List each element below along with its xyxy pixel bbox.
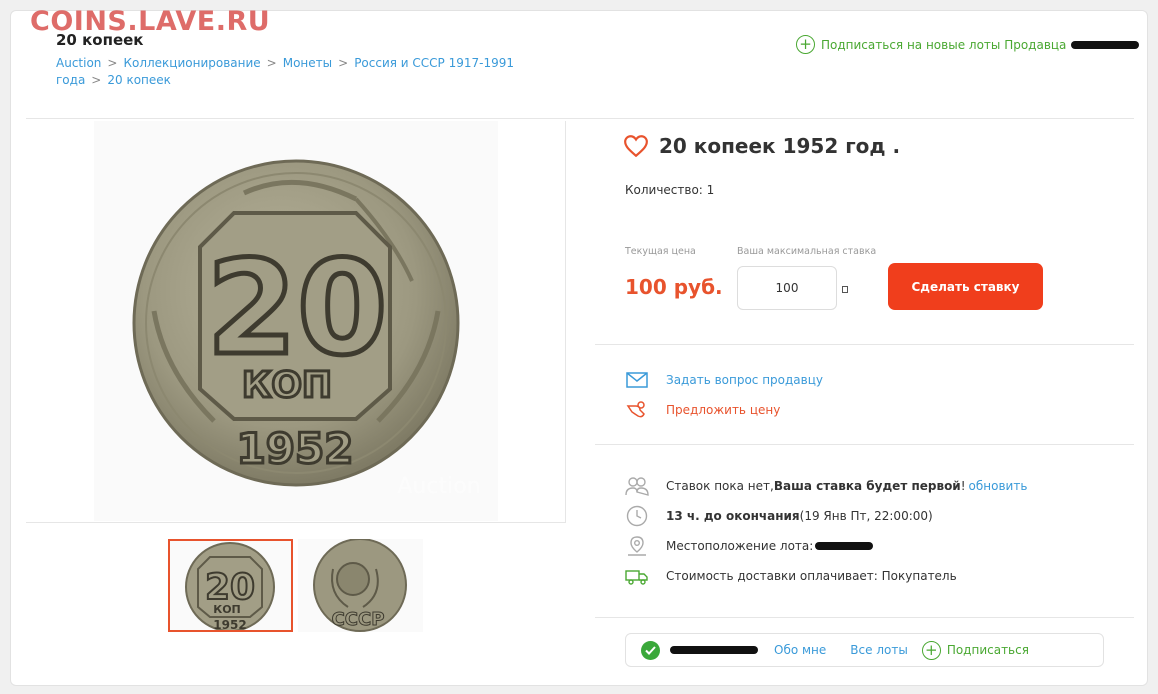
hand-offer-icon: [625, 400, 649, 420]
verified-check-icon: [641, 640, 660, 660]
plus-circle-icon: +: [796, 35, 815, 54]
breadcrumb-separator: >: [107, 56, 118, 70]
coin-year-text: 1952: [237, 424, 354, 473]
current-price: 100 руб.: [625, 275, 723, 299]
time-remaining: 13 ч. до окончания (19 Янв Пт, 22:00:00): [625, 504, 933, 528]
actions-divider: [595, 444, 1134, 445]
all-lots-link[interactable]: Все лоты: [850, 643, 908, 657]
photo-divider: [26, 522, 565, 523]
price-divider: [595, 344, 1134, 345]
reverse-letters-text: СССР: [332, 609, 385, 630]
lot-card: 20 копеек Auction > Коллекционирование > Мон…: [10, 10, 1148, 686]
bids-suffix: !: [960, 479, 966, 493]
about-seller-link[interactable]: Обо мне: [774, 643, 826, 657]
coin-denomination-text: 20: [207, 232, 388, 384]
location-label: Местоположение лота:: [666, 539, 814, 553]
offer-price-label: Предложить цену: [666, 403, 781, 417]
photo-overlay-text: Auction: [397, 474, 480, 499]
shipping-info: Стоимость доставки оплачивает: Покупател…: [625, 564, 957, 588]
shipping-label: Стоимость доставки оплачивает: Покупател…: [666, 569, 957, 583]
breadcrumb-separator: >: [338, 56, 349, 70]
thumb-denomination-text: 20: [205, 567, 255, 608]
users-icon: [625, 474, 649, 498]
offer-price-link[interactable]: Предложить цену: [625, 400, 780, 420]
thumb-unit-text: КОП: [213, 603, 241, 616]
redacted-seller-name[interactable]: [670, 646, 758, 654]
quantity-label: Количество: 1: [625, 183, 715, 197]
header-divider: [26, 118, 1134, 119]
current-price-label: Текущая цена: [625, 246, 696, 257]
site-watermark: COINS.LAVE.RU: [30, 6, 271, 37]
plus-circle-icon[interactable]: +: [921, 640, 941, 660]
refresh-link[interactable]: обновить: [969, 479, 1028, 493]
thumbnail-reverse[interactable]: СССР: [298, 538, 423, 632]
seller-bar: Обо мне Все лоты + Подписаться: [625, 633, 1104, 667]
breadcrumb-auction[interactable]: Auction: [56, 56, 101, 70]
subscribe-seller-link[interactable]: + Подписаться на новые лоты Продавца: [796, 35, 1140, 54]
ask-seller-link[interactable]: Задать вопрос продавцу: [625, 370, 823, 390]
coin-unit-text: КОП: [242, 365, 332, 406]
place-bid-button[interactable]: Сделать ставку: [888, 263, 1043, 310]
photo-divider-vertical: [565, 121, 566, 523]
redacted-location: [815, 542, 874, 550]
redacted-seller-name: [1071, 40, 1140, 49]
heart-icon[interactable]: [623, 133, 649, 159]
ask-seller-label: Задать вопрос продавцу: [666, 373, 824, 387]
time-remaining-bold: 13 ч. до окончания: [666, 509, 800, 523]
breadcrumb: Auction > Коллекционирование > Монеты > Россия…: [56, 55, 556, 89]
location-pin-icon: [625, 534, 649, 558]
breadcrumb-separator: >: [266, 56, 277, 70]
breadcrumb-separator: >: [91, 73, 102, 87]
breadcrumb-collecting[interactable]: Коллекционирование: [123, 56, 260, 70]
envelope-icon: [625, 370, 649, 390]
truck-icon: [625, 564, 649, 588]
info-divider: [595, 617, 1134, 618]
bids-status: Ставок пока нет, Ваша ставка будет перво…: [625, 474, 1027, 498]
thumb-year-text: 1952: [213, 618, 246, 630]
lot-location: Местоположение лота:: [625, 534, 874, 558]
info-box-icon: [842, 286, 848, 293]
lot-title: 20 копеек 1952 год .: [659, 134, 901, 158]
breadcrumb-coins[interactable]: Монеты: [283, 56, 332, 70]
thumbnail-obverse[interactable]: 20 КОП 1952: [168, 539, 293, 632]
max-bid-input[interactable]: [737, 266, 837, 310]
breadcrumb-20-kopeks[interactable]: 20 копеек: [107, 73, 171, 87]
max-bid-label: Ваша максимальная ставка: [737, 246, 877, 257]
end-time-detail: (19 Янв Пт, 22:00:00): [799, 509, 933, 523]
clock-icon: [625, 504, 649, 528]
main-coin-photo[interactable]: 20 КОП 1952 Auction: [94, 121, 498, 521]
bids-first-bold: Ваша ставка будет первой: [773, 479, 961, 493]
bids-prefix: Ставок пока нет,: [666, 479, 774, 493]
lot-title-row: 20 копеек 1952 год .: [623, 133, 900, 159]
subscribe-link[interactable]: Подписаться: [947, 643, 1029, 657]
subscribe-seller-label: Подписаться на новые лоты Продавца: [821, 37, 1067, 52]
